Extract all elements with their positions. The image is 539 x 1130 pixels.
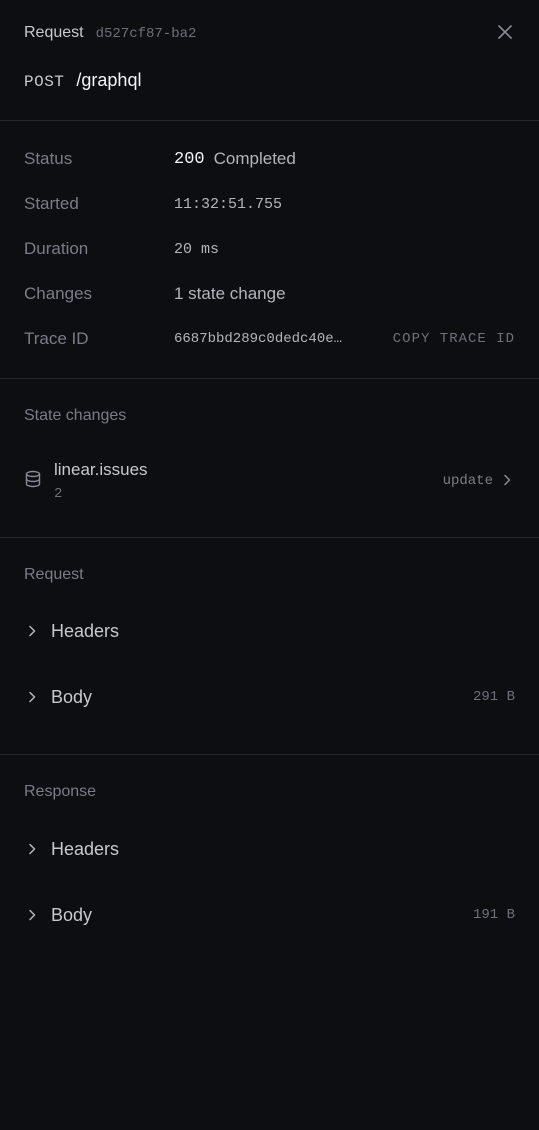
status-value: 200 Completed [174,149,296,169]
response-body-label: Body [51,904,93,925]
copy-trace-id-button[interactable]: COPY TRACE ID [393,331,515,347]
close-icon[interactable] [495,22,515,42]
trace-key: Trace ID [24,329,89,348]
request-header: Request d527cf87-ba2 POST /graphql [0,0,539,121]
response-body-size: 191 B [472,907,515,923]
chevron-right-icon [29,691,36,703]
state-change-item[interactable]: linear.issues 2 update [24,456,515,502]
response-body-toggle[interactable]: Body 191 B [24,901,515,929]
meta-row-duration: Duration 20 ms [24,237,515,261]
changes-key: Changes [24,284,93,303]
meta-row-changes: Changes 1 state change [24,282,515,306]
request-path: /graphql [76,70,142,90]
request-body-size: 291 B [472,689,515,705]
status-key: Status [24,149,73,168]
status-code: 200 [174,149,205,169]
changes-value: 1 state change [174,284,286,303]
response-headers-label: Headers [51,838,120,859]
http-method: POST [24,73,65,91]
state-changes-title: State changes [24,407,127,424]
request-title-row: Request d527cf87-ba2 [24,24,196,42]
chevron-right-icon [29,625,36,637]
response-section-title: Response [24,783,97,800]
meta-row-trace: Trace ID 6687bbd289c0dedc40e… COPY TRACE… [24,327,515,351]
state-change-count: 2 [54,486,63,502]
chevron-right-icon [504,474,511,486]
request-section-title: Request [24,566,84,583]
request-label: Request [24,24,84,41]
meta-row-started: Started 11:32:51.755 [24,192,515,216]
request-headers-label: Headers [51,620,120,641]
request-headers-toggle[interactable]: Headers [24,617,515,645]
request-body-toggle[interactable]: Body 291 B [24,683,515,711]
request-body-label: Body [51,686,93,707]
duration-value: 20 ms [174,240,220,258]
chevron-right-icon [29,909,36,921]
started-key: Started [24,194,79,213]
state-change-action: update [442,473,493,489]
trace-id-value[interactable]: 6687bbd289c0dedc40e… [174,331,356,347]
request-detail-panel: Request d527cf87-ba2 POST /graphql Statu… [0,0,539,1130]
started-value: 11:32:51.755 [174,195,283,213]
state-change-name: linear.issues [54,460,148,479]
request-meta: Status 200 Completed Started 11:32:51.75… [0,121,539,379]
meta-row-status: Status 200 Completed [24,147,515,171]
state-changes-section: State changes linear.issues 2 update [0,379,539,538]
chevron-right-icon [29,843,36,855]
request-id: d527cf87-ba2 [95,26,197,42]
response-headers-toggle[interactable]: Headers [24,835,515,863]
status-text: Completed [213,149,296,168]
request-section: Request Headers Body 291 B [0,538,539,755]
request-endpoint: POST /graphql [24,70,141,91]
database-icon [25,470,41,488]
duration-key: Duration [24,239,89,258]
response-section: Response Headers Body 191 B [0,755,539,955]
